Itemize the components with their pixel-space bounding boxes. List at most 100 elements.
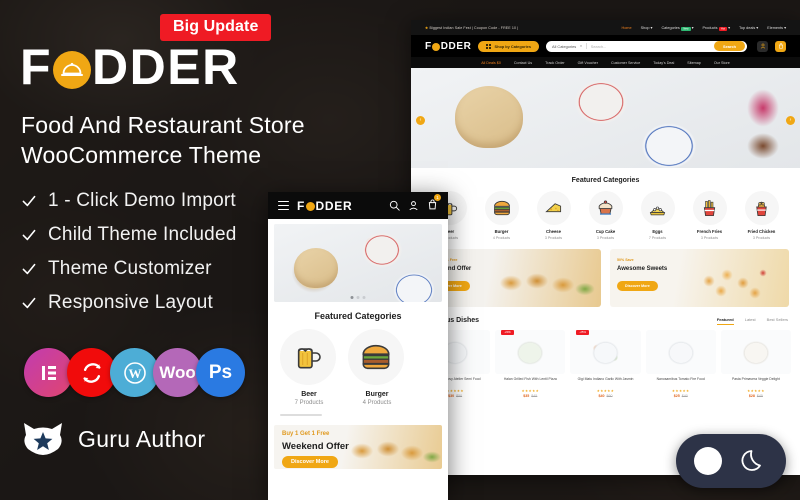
- subnav-item-gift-voucher[interactable]: Gift Voucher: [578, 61, 598, 65]
- hot-badge: Hot: [718, 26, 728, 31]
- discover-more-button[interactable]: Discover More: [617, 280, 658, 291]
- user-icon[interactable]: [408, 200, 419, 211]
- subnav-item-contact-us[interactable]: Contact Us: [514, 61, 532, 65]
- nav-item-elements[interactable]: Elements ▾: [767, 25, 786, 30]
- banner-title: Awesome Sweets: [617, 265, 668, 272]
- check-icon: [22, 229, 36, 241]
- price-old: $40: [681, 393, 688, 398]
- subnav-item-todays-deal[interactable]: Today's Deal: [653, 61, 674, 65]
- product-image: [645, 329, 716, 374]
- sun-icon[interactable]: [693, 447, 722, 475]
- category-item[interactable]: Burger 4 Products: [480, 191, 524, 240]
- featured-categories-title: Featured Categories: [571, 177, 640, 184]
- burger-icon: [484, 191, 519, 225]
- dark-mode-toggle[interactable]: [676, 434, 786, 488]
- guru-author-cat-icon: [24, 423, 62, 455]
- category-item[interactable]: Cheese 3 Products: [532, 191, 576, 240]
- category-count: 3 Products: [544, 235, 563, 240]
- rating-stars: ★★★★★: [747, 388, 765, 393]
- user-icon[interactable]: [757, 40, 768, 52]
- slider-prev-button[interactable]: ‹: [416, 116, 425, 125]
- cart-count-badge: 1: [434, 193, 441, 201]
- feature-item: 1 - Click Demo Import: [21, 190, 236, 212]
- category-name: Burger: [494, 229, 509, 234]
- cart-icon[interactable]: [775, 40, 786, 52]
- tab-best-sellers[interactable]: Best Sellers: [767, 317, 788, 325]
- cloche-icon: [53, 51, 92, 89]
- promo-banner-awesome-sweets[interactable]: 50% Save Awesome Sweets Discover More: [610, 248, 789, 307]
- mobile-hero-taco-image: [294, 248, 338, 288]
- carousel-scrollbar[interactable]: [280, 414, 322, 416]
- woocommerce-icon: Woo: [153, 348, 202, 397]
- category-item[interactable]: Burger 4 Products: [348, 329, 406, 406]
- subnav-item-sitemap[interactable]: Sitemap: [687, 61, 701, 65]
- mobile-cart[interactable]: 1: [427, 193, 441, 215]
- discover-more-button[interactable]: Discover More: [282, 456, 338, 468]
- nav-item-home[interactable]: Home: [621, 26, 631, 30]
- technology-badges: W Woo Ps: [24, 348, 245, 397]
- logo-letters-dder: DDER: [92, 39, 240, 95]
- slider-dots[interactable]: [350, 296, 366, 299]
- banner-tag: 50% Save: [617, 257, 634, 262]
- check-icon: [22, 195, 36, 207]
- product-name: Nanosamibus Tomato Fire Food: [656, 376, 705, 381]
- product-image: [570, 329, 641, 374]
- topbar-promo-label: Biggest Indian Sale Fest | Coupon Code -…: [429, 25, 519, 30]
- rating-stars: ★★★★★: [596, 388, 615, 393]
- product-price: $28 $45: [721, 394, 791, 398]
- tab-featured[interactable]: Featured: [716, 317, 734, 325]
- shop-by-categories-button[interactable]: Shop by Categories: [478, 40, 540, 52]
- product-card[interactable]: -25% Gigi Matu Indiano Garlic With Jasmi…: [570, 329, 641, 398]
- product-grid: Boiled Anchovy Atelier Semi Food ★★★★★ $…: [411, 329, 800, 398]
- search-input[interactable]: Search...: [591, 44, 710, 49]
- nav-item-categories[interactable]: Categories New ▾: [661, 25, 693, 31]
- promo-banner-weekend-offer[interactable]: Buy 1 Get 1 Free Weekend Offer Discover …: [422, 248, 601, 307]
- category-name: Cup Cake: [595, 229, 616, 234]
- nav-item-shop[interactable]: Shop ▾: [641, 25, 653, 30]
- beer-mug-icon: [280, 329, 336, 385]
- svg-text:W: W: [128, 365, 141, 380]
- category-item[interactable]: Fried Chicken 3 Products: [740, 191, 784, 240]
- mobile-logo[interactable]: F DDER: [297, 199, 352, 213]
- big-update-badge: Big Update: [160, 14, 272, 41]
- category-name: Cheese: [546, 229, 561, 234]
- nav-item-products[interactable]: Products Hot ▾: [702, 25, 730, 31]
- category-count: 4 Products: [492, 235, 511, 240]
- eggs-icon: [640, 191, 675, 225]
- dishes-tabs: Featured Latest Best Sellers: [716, 317, 788, 325]
- nav-item-top-deals[interactable]: Top deals ▾: [739, 25, 758, 30]
- slider-next-button[interactable]: ›: [786, 116, 795, 125]
- hamburger-menu-icon[interactable]: [278, 201, 289, 210]
- subnav-item-customer-service[interactable]: Customer Service: [611, 61, 640, 65]
- product-image: [720, 329, 792, 374]
- mobile-promo-banner[interactable]: Buy 1 Get 1 Free Weekend Offer Discover …: [274, 425, 442, 469]
- category-item[interactable]: Beer 7 Products: [280, 329, 338, 406]
- product-card[interactable]: Nanosamibus Tomato Fire Food ★★★★★ $25 $4…: [645, 329, 716, 398]
- search-button[interactable]: Search: [714, 41, 745, 51]
- rating-stars: ★★★★★: [521, 388, 540, 393]
- revolution-slider-icon: [67, 348, 116, 397]
- desktop-logo[interactable]: F DDER: [425, 41, 471, 52]
- sale-badge: -25%: [576, 329, 589, 336]
- search-bar[interactable]: All Categories ▾ Search... Search: [546, 40, 747, 52]
- product-price: $35 $45: [495, 394, 565, 398]
- subnav-item-our-store[interactable]: Our Store: [714, 61, 730, 65]
- new-badge: New: [681, 26, 691, 31]
- category-item[interactable]: Cup Cake 3 Products: [584, 191, 628, 240]
- tab-latest[interactable]: Latest: [745, 317, 756, 325]
- moon-icon[interactable]: [739, 446, 769, 476]
- photoshop-icon: Ps: [196, 348, 245, 397]
- desktop-header: F DDER Shop by Categories All Categories…: [411, 35, 800, 57]
- subnav-item-all-deals[interactable]: All Deals $0: [481, 61, 501, 65]
- all-categories-select[interactable]: All Categories: [552, 44, 576, 49]
- category-item[interactable]: French Fries 3 Products: [688, 191, 732, 240]
- product-card[interactable]: -20% Halan Grilled Fish With Lentil Pizz…: [495, 329, 566, 398]
- subnav-item-track-order[interactable]: Track Order: [545, 61, 565, 65]
- mobile-hero-slider[interactable]: [274, 224, 442, 302]
- desktop-logo-f: F: [425, 40, 432, 52]
- search-icon[interactable]: [389, 200, 400, 211]
- feature-label: Theme Customizer: [48, 258, 212, 279]
- category-name: Eggs: [652, 229, 663, 234]
- product-card[interactable]: Pasta Primavera Veggie Delight ★★★★★ $28…: [720, 329, 792, 398]
- category-item[interactable]: Eggs 7 Products: [636, 191, 680, 240]
